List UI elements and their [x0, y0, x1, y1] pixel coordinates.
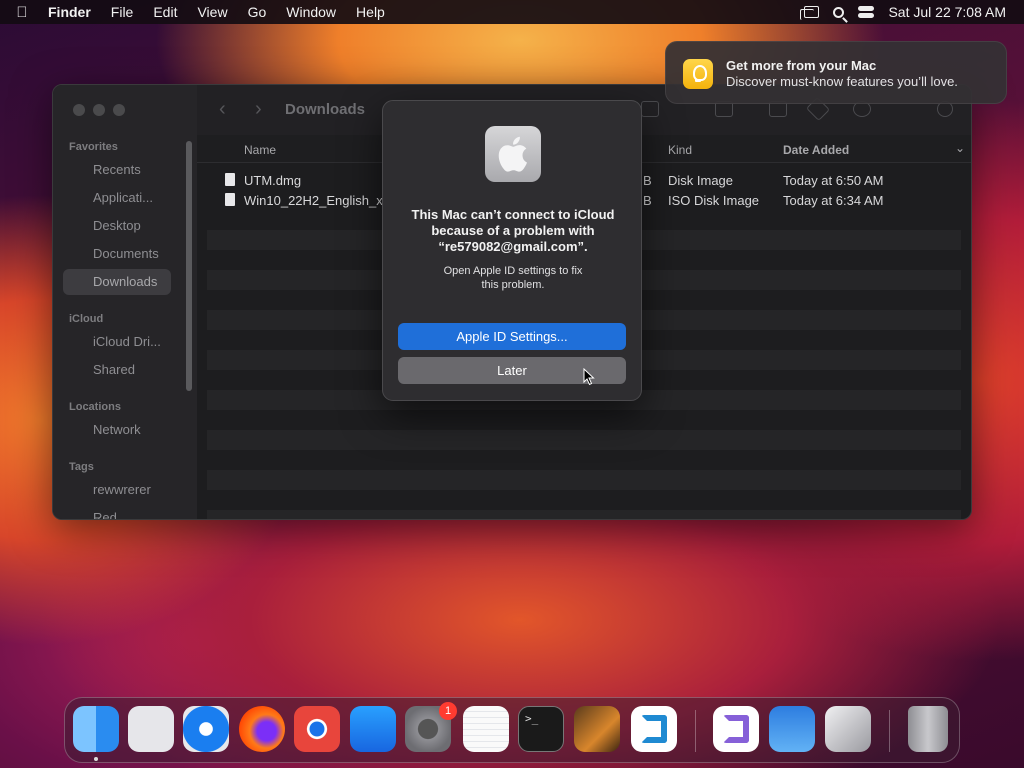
menu-help[interactable]: Help	[346, 4, 395, 20]
zoom-window-button[interactable]	[113, 104, 125, 116]
column-name[interactable]: Name	[244, 143, 276, 157]
column-date-added[interactable]: Date Added	[783, 143, 849, 157]
mouse-cursor-icon	[583, 368, 595, 386]
launchpad-dock-icon[interactable]	[128, 706, 174, 752]
menu-edit[interactable]: Edit	[143, 4, 187, 20]
sidebar-scrollbar[interactable]	[186, 141, 192, 391]
sidebar-item-tag-rewwrerer[interactable]: rewwrerer	[63, 477, 171, 503]
empty-row	[207, 430, 961, 450]
sidebar-item-downloads[interactable]: Downloads	[63, 269, 171, 295]
sidebar-item-recents[interactable]: Recents	[63, 157, 171, 183]
alert-title-line: because of a problem with	[431, 223, 595, 238]
empty-row	[207, 510, 961, 519]
close-window-button[interactable]	[73, 104, 85, 116]
apple-menu-icon[interactable]: 	[0, 4, 44, 21]
tips-notification[interactable]: Get more from your Mac Discover must-kno…	[665, 41, 1007, 104]
window-title: Downloads	[285, 101, 366, 118]
vscode-logo-icon	[641, 715, 667, 743]
file-kind: ISO Disk Image	[668, 193, 760, 208]
icloud-alert-dialog: This Mac can’t connect to iCloud because…	[382, 100, 642, 401]
menu-app-name[interactable]: Finder	[44, 4, 101, 20]
alert-title-line: “re579082@gmail.com”.	[438, 239, 588, 254]
finder-sidebar: Favorites Recents Applicati... Desktop D…	[53, 85, 197, 519]
sidebar-item-desktop[interactable]: Desktop	[63, 213, 171, 239]
dock: 1 >_	[64, 697, 960, 763]
alert-message: Open Apple ID settings to fix this probl…	[423, 264, 603, 292]
vscode-dock-icon[interactable]	[631, 706, 677, 752]
window-controls	[73, 104, 125, 116]
spotlight-search-icon[interactable]	[833, 6, 845, 18]
weather-dock-icon[interactable]	[769, 706, 815, 752]
alert-message-line: this problem.	[481, 279, 545, 291]
sidebar-heading-locations: Locations	[69, 401, 121, 413]
menu-go[interactable]: Go	[238, 4, 277, 20]
lightbulb-icon	[683, 59, 713, 89]
menu-file[interactable]: File	[101, 4, 144, 20]
file-size: B	[643, 193, 652, 208]
terminal-dock-icon[interactable]: >_	[518, 706, 564, 752]
firefox-dock-icon[interactable]	[239, 706, 285, 752]
forward-arrow-icon[interactable]: ›	[255, 98, 262, 121]
notification-title: Get more from your Mac	[726, 58, 877, 73]
dock-separator	[695, 710, 696, 752]
sidebar-item-applications[interactable]: Applicati...	[63, 185, 171, 211]
sidebar-item-shared[interactable]: Shared	[63, 357, 171, 383]
boot-camp-dock-icon[interactable]	[825, 706, 871, 752]
alert-message-line: Open Apple ID settings to fix	[443, 265, 583, 277]
group-icon[interactable]	[641, 101, 659, 117]
column-kind[interactable]: Kind	[668, 143, 692, 157]
sidebar-item-network[interactable]: Network	[63, 417, 171, 443]
garageband-dock-icon[interactable]	[574, 706, 620, 752]
sidebar-item-icloud-drive[interactable]: iCloud Dri...	[63, 329, 171, 355]
control-center-icon[interactable]	[858, 6, 875, 18]
sidebar-heading-tags: Tags	[69, 461, 94, 473]
apple-logo-icon	[485, 126, 541, 182]
document-icon	[225, 193, 235, 206]
file-kind: Disk Image	[668, 173, 734, 188]
alert-title-line: This Mac can’t connect to iCloud	[411, 207, 615, 222]
menu-view[interactable]: View	[187, 4, 237, 20]
app-store-dock-icon[interactable]	[350, 706, 396, 752]
chrome-dock-icon[interactable]	[294, 706, 340, 752]
sort-chevron-down-icon[interactable]: ⌄	[955, 141, 965, 155]
file-size: B	[643, 173, 652, 188]
trash-dock-icon[interactable]	[908, 706, 948, 752]
notification-body: Discover must-know features you’ll love.	[726, 74, 958, 89]
document-icon	[225, 173, 235, 186]
back-arrow-icon[interactable]: ‹	[219, 98, 226, 121]
dock-separator	[889, 710, 890, 752]
menu-bar:  Finder File Edit View Go Window Help S…	[0, 0, 1024, 24]
sidebar-item-documents[interactable]: Documents	[63, 241, 171, 267]
running-indicator	[94, 757, 98, 761]
notification-badge: 1	[439, 702, 457, 720]
alert-title: This Mac can’t connect to iCloud because…	[397, 207, 629, 255]
safari-dock-icon[interactable]	[183, 706, 229, 752]
minimize-window-button[interactable]	[93, 104, 105, 116]
sidebar-heading-favorites: Favorites	[69, 141, 118, 153]
terminal-prompt-icon: >_	[525, 712, 539, 725]
finder-dock-icon[interactable]	[73, 706, 119, 752]
system-settings-dock-icon[interactable]: 1	[405, 702, 457, 752]
file-date-added: Today at 6:50 AM	[783, 173, 884, 188]
empty-row	[207, 470, 961, 490]
menu-clock[interactable]: Sat Jul 22 7:08 AM	[888, 4, 1006, 20]
file-date-added: Today at 6:34 AM	[783, 193, 884, 208]
menu-window[interactable]: Window	[276, 4, 346, 20]
sidebar-item-tag-red[interactable]: Red	[63, 505, 171, 519]
visual-studio-logo-icon	[723, 715, 749, 743]
file-name: Win10_22H2_English_x	[244, 193, 383, 208]
stage-manager-icon[interactable]	[800, 6, 820, 20]
sidebar-heading-icloud: iCloud	[69, 313, 104, 325]
textedit-dock-icon[interactable]	[463, 706, 509, 752]
apple-id-settings-button[interactable]: Apple ID Settings...	[398, 323, 626, 350]
visual-studio-dock-icon[interactable]	[713, 706, 759, 752]
file-name: UTM.dmg	[244, 173, 302, 188]
